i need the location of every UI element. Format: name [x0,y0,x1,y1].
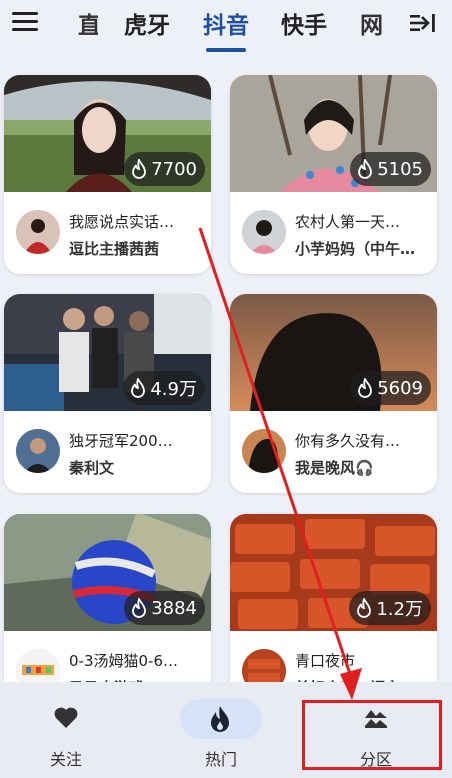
heat-badge: 5105 [350,152,431,186]
stream-title: 农村人第一天… [295,213,401,231]
heat-value: 5609 [377,377,423,399]
heat-value: 5105 [377,158,423,180]
tab-partial-right[interactable]: 网 [360,6,386,40]
tab-kuaishou[interactable]: 快手 [281,6,327,40]
nav-label: 热门 [205,750,238,769]
nav-label: 关注 [50,750,83,769]
heat-badge: 4.9万 [123,371,205,405]
heat-badge: 5609 [350,371,431,405]
streamer-name: 我是晚风🎧 [295,459,374,477]
heart-icon [54,707,78,728]
nav-hot[interactable]: 热门 [175,682,267,778]
avatar[interactable] [16,429,60,473]
annotation-highlight-box [302,700,442,770]
tab-partial-left[interactable]: 直 [78,6,98,40]
flame-icon [211,706,229,732]
flame-icon [132,598,147,618]
heat-badge: 3884 [124,591,205,625]
top-bar: 直 虎牙 抖音 快手 网 [0,0,452,60]
flame-icon [358,159,373,179]
flame-icon [357,598,372,618]
heat-value: 3884 [151,597,197,619]
stream-title: 我愿说点实话… [69,213,175,231]
streamer-name: 逗比主播茜茜 [69,240,160,258]
avatar[interactable] [242,429,286,473]
stream-title: 0-3汤姆猫0-6… [69,652,178,670]
tab-douyin[interactable]: 抖音 [203,6,249,40]
heat-value: 7700 [151,158,197,180]
active-tab-indicator [206,48,246,52]
stream-card[interactable]: 4.9万 独牙冠军200… 秦利文 [4,294,211,493]
flame-icon [132,159,147,179]
stream-card[interactable]: 5609 你有多久没有… 我是晚风🎧 [230,294,437,493]
stream-title: 青口夜市 [295,652,356,670]
collapse-sidebar-icon[interactable] [408,12,438,34]
streamer-name: 秦利文 [69,459,115,477]
avatar[interactable] [242,210,286,254]
stream-card[interactable]: 5105 农村人第一天… 小芋妈妈（中午… [230,75,437,274]
nav-follow[interactable]: 关注 [20,682,112,778]
avatar[interactable] [16,210,60,254]
stream-title: 你有多久没有… [295,432,401,450]
heat-badge: 7700 [124,152,205,186]
flame-icon [358,378,373,398]
heat-value: 1.2万 [376,599,423,620]
heat-badge: 1.2万 [349,591,431,625]
stream-card[interactable]: 7700 我愿说点实话… 逗比主播茜茜 [4,75,211,274]
heat-value: 4.9万 [150,379,197,400]
streamer-name: 小芋妈妈（中午… [295,240,416,258]
flame-icon [131,378,146,398]
menu-icon[interactable] [12,12,38,34]
tab-huya[interactable]: 虎牙 [124,6,170,40]
stream-title: 独牙冠军200… [69,432,173,450]
